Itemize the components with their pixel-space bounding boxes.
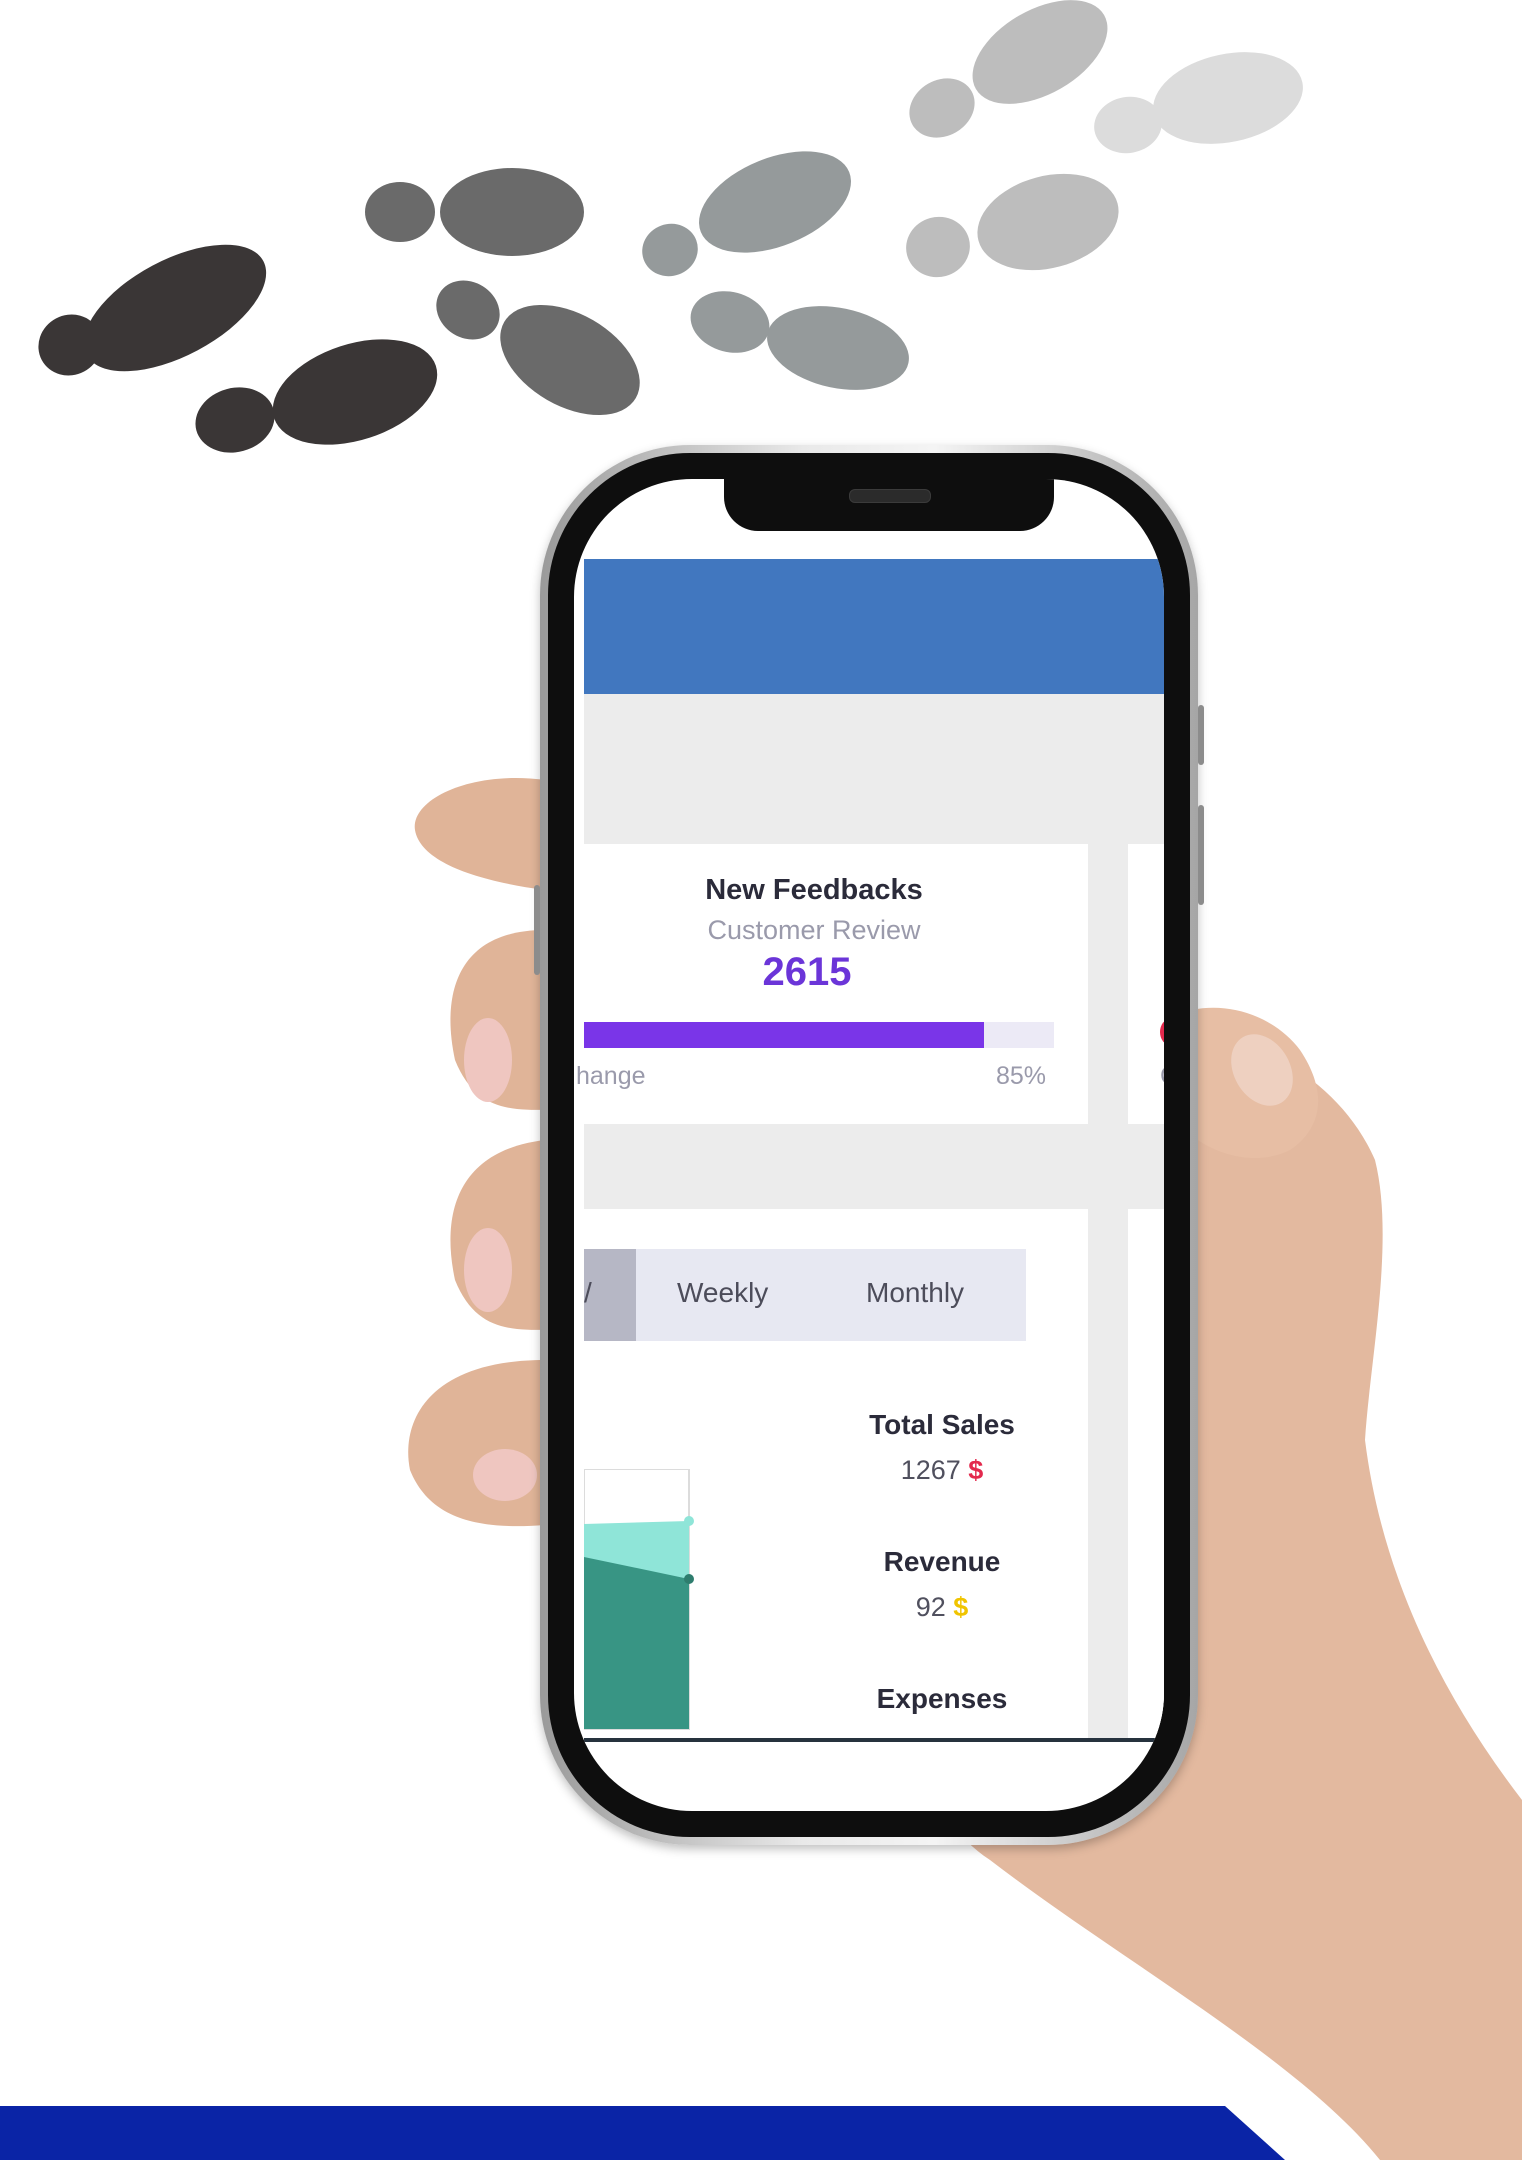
finger-1: [414, 778, 545, 890]
total-sales-label: Total Sales: [869, 1409, 1015, 1440]
smartphone: New Feedbacks Customer Review 2615 hange…: [534, 445, 1204, 1845]
screen-bottom-divider: [584, 1738, 1164, 1742]
chart-area-dark: [584, 1557, 689, 1729]
dashboard-body: New Feedbacks Customer Review 2615 hange…: [576, 694, 1164, 1739]
chart-point-2: [684, 1574, 694, 1584]
power-button-lower: [1198, 805, 1204, 905]
feedback-change-label: hange: [576, 1062, 646, 1090]
volume-button: [534, 885, 540, 975]
feedback-progress-bar: [584, 1022, 1054, 1048]
revenue-value: 92 $: [814, 1592, 1070, 1623]
status-dot: [1160, 1019, 1164, 1045]
sales-area-chart: [584, 1469, 694, 1730]
phone-bezel: New Feedbacks Customer Review 2615 hange…: [548, 453, 1190, 1837]
tab-weekly[interactable]: Weekly: [677, 1277, 768, 1309]
feedback-percent: 85%: [996, 1062, 1047, 1090]
feedback-count: 2615: [762, 950, 852, 994]
speaker-grille: [849, 489, 931, 503]
total-sales-value: 1267 $: [814, 1455, 1070, 1486]
expenses-label: Expenses: [876, 1683, 1008, 1714]
sales-card: / Weekly Monthly Total Sales 1267 $ Reve…: [584, 1209, 1088, 1739]
app-header: [584, 559, 1164, 694]
tab-daily-fragment[interactable]: /: [584, 1277, 592, 1309]
adjacent-card-label: C: [1160, 1062, 1164, 1091]
power-button: [1198, 705, 1204, 765]
fingernail-1: [464, 1018, 512, 1102]
chart-point-1: [684, 1516, 694, 1526]
feedback-progress-fill: [584, 1022, 984, 1048]
tab-monthly[interactable]: Monthly: [866, 1277, 964, 1309]
dollar-icon: $: [953, 1592, 969, 1622]
fingernail-3: [473, 1449, 537, 1501]
feedback-subtitle: Customer Review: [707, 915, 921, 945]
revenue-label: Revenue: [883, 1546, 1001, 1577]
bottom-band-shape: [0, 2106, 1285, 2160]
bottom-band: [0, 2106, 1522, 2160]
adjacent-card-lower: [1128, 1209, 1164, 1739]
phone-screen: New Feedbacks Customer Review 2615 hange…: [574, 479, 1164, 1811]
fingernail-2: [464, 1228, 512, 1312]
total-sales-amount: 1267: [900, 1455, 961, 1485]
finger-4: [408, 1360, 545, 1527]
adjacent-card: C: [1128, 844, 1164, 1124]
feedback-title: New Feedbacks: [705, 874, 923, 906]
feedback-card: New Feedbacks Customer Review 2615 hange…: [576, 844, 1088, 1124]
dollar-icon: $: [968, 1455, 984, 1485]
revenue-amount: 92: [915, 1592, 946, 1622]
period-tabs: / Weekly Monthly: [584, 1249, 1026, 1341]
phone-notch: [724, 479, 1054, 531]
